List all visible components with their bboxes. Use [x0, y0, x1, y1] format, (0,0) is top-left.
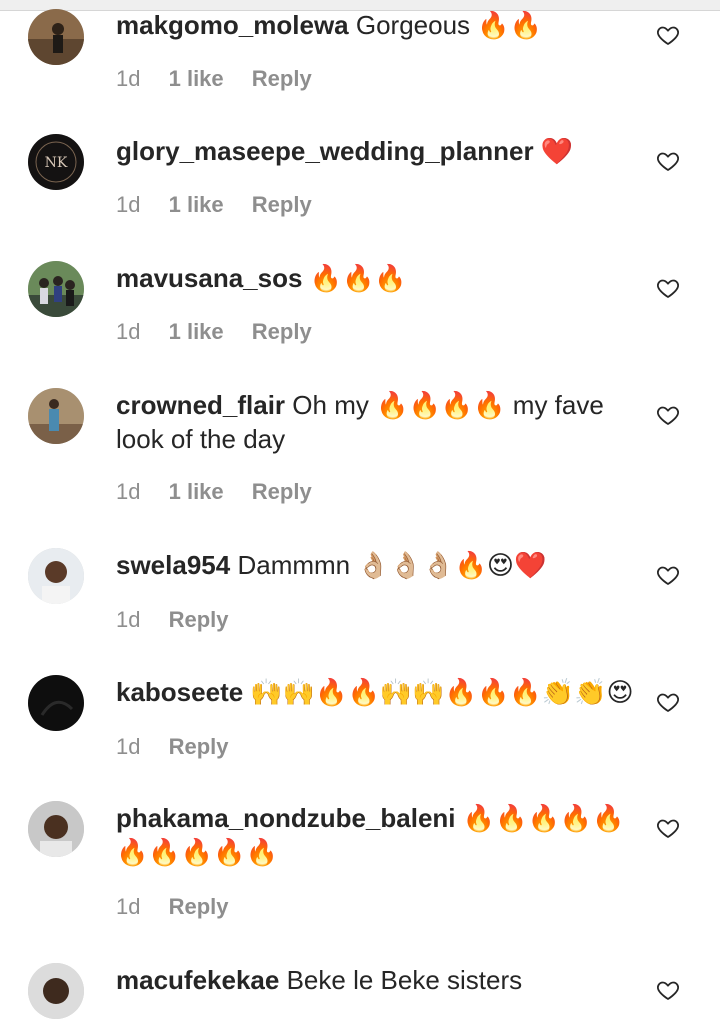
comment-body: 🔥🔥🔥	[309, 263, 407, 293]
comment-time: 1d	[116, 192, 141, 217]
comment-time: 1d	[116, 894, 141, 919]
heart-outline-icon[interactable]	[656, 149, 680, 173]
comment-time: 1d	[116, 319, 141, 344]
heart-outline-icon[interactable]	[656, 978, 680, 1002]
comment-username[interactable]: mavusana_sos	[116, 263, 302, 293]
comment-likes[interactable]: 1 like	[169, 479, 224, 504]
comment-body: ❤️	[540, 136, 574, 166]
comment-username[interactable]: kaboseete	[116, 677, 243, 707]
comment-username[interactable]: macufekekae	[116, 965, 279, 995]
comment-time: 1d	[116, 66, 141, 91]
heart-outline-icon[interactable]	[656, 563, 680, 587]
reply-button[interactable]: Reply	[169, 734, 229, 759]
avatar[interactable]	[28, 261, 84, 317]
heart-outline-icon[interactable]	[656, 403, 680, 427]
group-photo-avatar	[28, 261, 84, 317]
nk-logo-avatar: NK	[28, 134, 84, 190]
heart-outline-icon[interactable]	[656, 816, 680, 840]
avatar[interactable]	[28, 675, 84, 731]
reply-button[interactable]: Reply	[252, 192, 312, 217]
avatar[interactable]	[28, 9, 84, 65]
heart-outline-icon[interactable]	[656, 276, 680, 300]
comment-username[interactable]: crowned_flair	[116, 390, 285, 420]
comment-time: 1d	[116, 607, 141, 632]
face-avatar-2	[28, 963, 84, 1019]
comment-text: swela954 Dammmn 👌🏼👌🏼👌🏼🔥😍❤️	[116, 548, 636, 582]
comment-likes[interactable]: 1 like	[169, 66, 224, 91]
comment-likes[interactable]: 1 like	[169, 319, 224, 344]
comment-meta: 1d 1 like Reply	[116, 65, 334, 93]
comment-meta: 1d 1 like Reply	[116, 478, 334, 506]
comment-meta: 1d Reply	[116, 733, 251, 761]
comment-time: 1d	[116, 479, 141, 504]
portrait-avatar	[28, 548, 84, 604]
avatar[interactable]	[28, 548, 84, 604]
svg-text:NK: NK	[45, 155, 68, 171]
comment-body: Beke le Beke sisters	[286, 965, 523, 995]
comment-meta: 1d 1 like Reply	[116, 318, 334, 346]
avatar[interactable]	[28, 963, 84, 1019]
comment-text: glory_maseepe_wedding_planner ❤️	[116, 134, 636, 168]
comment-meta: 1d Reply	[116, 893, 251, 921]
comment-text: macufekekae Beke le Beke sisters	[116, 963, 636, 997]
reply-button[interactable]: Reply	[252, 66, 312, 91]
comment-text: crowned_flair Oh my 🔥🔥🔥🔥 my fave look of…	[116, 388, 636, 456]
comment-body: Dammmn 👌🏼👌🏼👌🏼🔥😍❤️	[237, 550, 547, 580]
comment-meta: 1d Reply	[116, 606, 251, 634]
comment-time: 1d	[116, 734, 141, 759]
reply-button[interactable]: Reply	[252, 479, 312, 504]
dark-avatar	[28, 675, 84, 731]
person-outdoors-avatar	[28, 9, 84, 65]
comment-text: phakama_nondzube_baleni 🔥🔥🔥🔥🔥 🔥🔥🔥🔥🔥	[116, 801, 636, 869]
comment-username[interactable]: glory_maseepe_wedding_planner	[116, 136, 534, 166]
avatar[interactable]: NK	[28, 134, 84, 190]
comment-likes[interactable]: 1 like	[169, 192, 224, 217]
reply-button[interactable]: Reply	[169, 607, 229, 632]
comment-meta: 1d 1 like Reply	[116, 191, 334, 219]
comment-body: Gorgeous 🔥🔥	[355, 10, 543, 40]
avatar[interactable]	[28, 801, 84, 857]
heart-outline-icon[interactable]	[656, 23, 680, 47]
person-standing-avatar	[28, 388, 84, 444]
heart-outline-icon[interactable]	[656, 690, 680, 714]
comment-text: makgomo_molewa Gorgeous 🔥🔥	[116, 8, 636, 42]
comment-username[interactable]: swela954	[116, 550, 230, 580]
comment-text: kaboseete 🙌🙌🔥🔥🙌🙌🔥🔥🔥👏👏😍	[116, 675, 636, 709]
reply-button[interactable]: Reply	[169, 894, 229, 919]
face-avatar	[28, 801, 84, 857]
reply-button[interactable]: Reply	[252, 319, 312, 344]
comment-username[interactable]: phakama_nondzube_baleni	[116, 803, 456, 833]
comment-body: 🙌🙌🔥🔥🙌🙌🔥🔥🔥👏👏😍	[250, 677, 634, 707]
comment-username[interactable]: makgomo_molewa	[116, 10, 349, 40]
avatar[interactable]	[28, 388, 84, 444]
comment-text: mavusana_sos 🔥🔥🔥	[116, 261, 636, 295]
